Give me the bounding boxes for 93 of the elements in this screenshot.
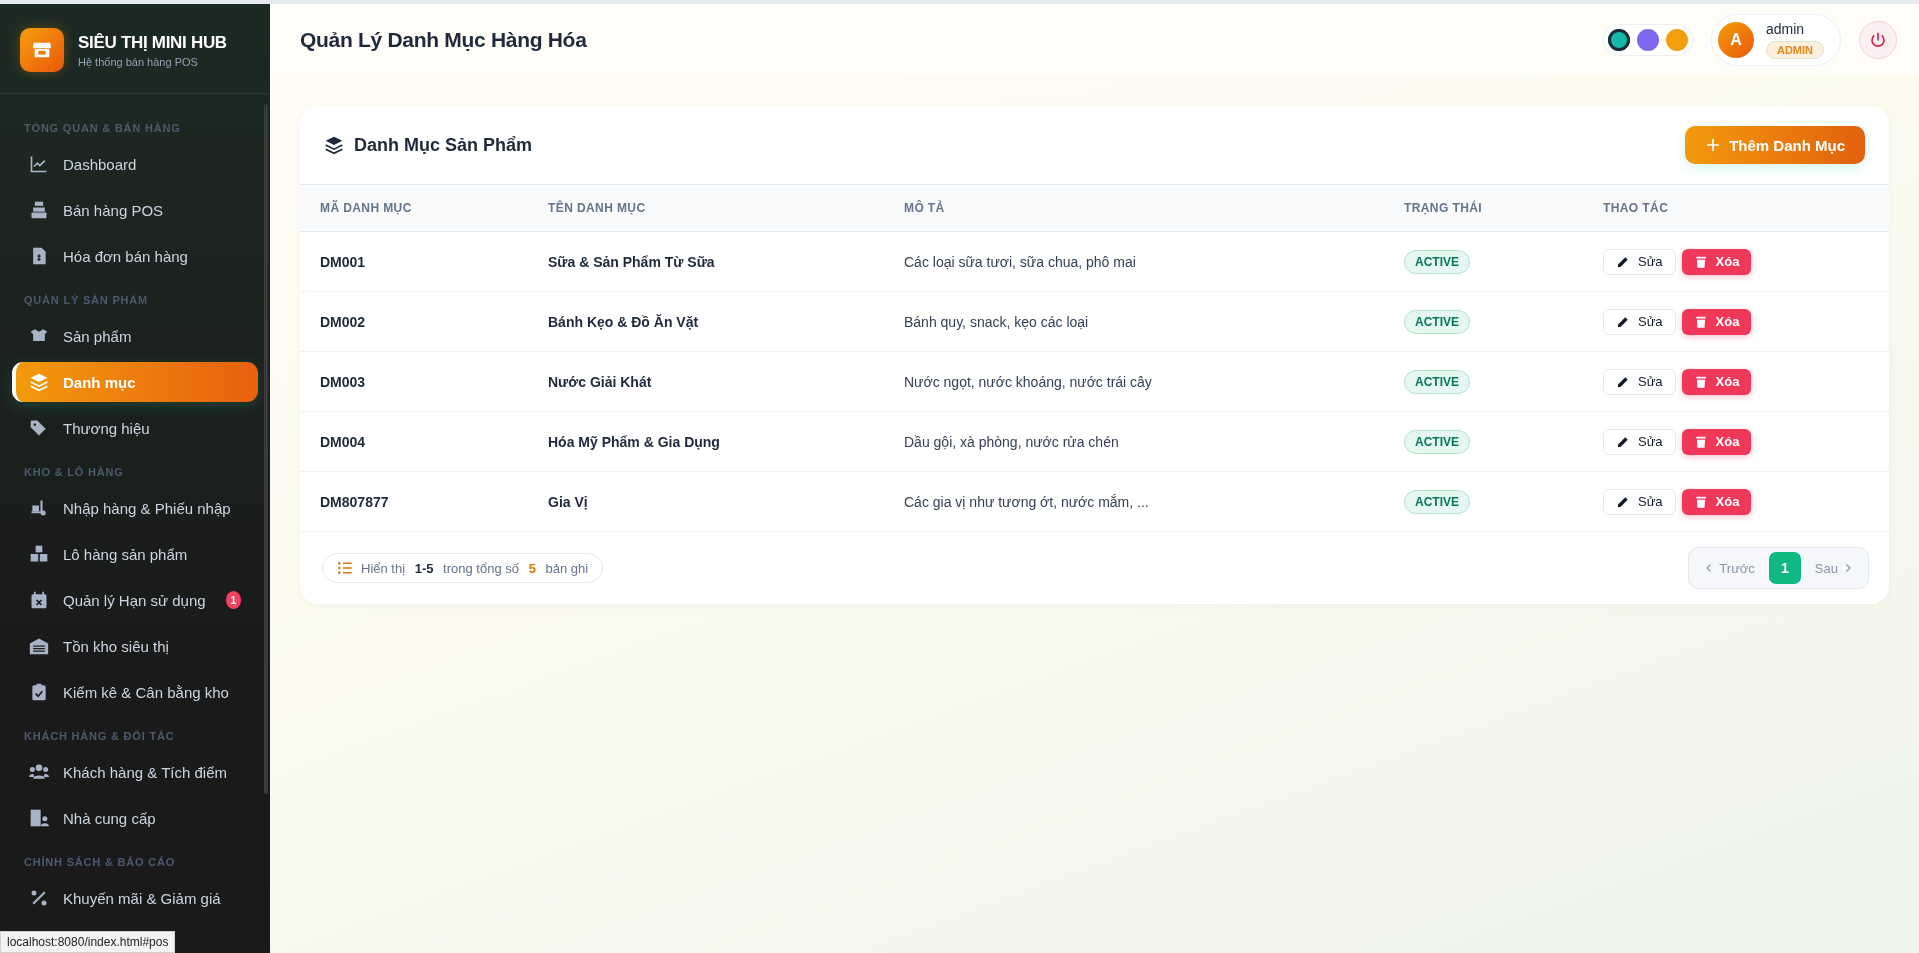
sidebar-item[interactable]: Sản phẩm [12, 316, 258, 356]
sidebar-item[interactable]: Dashboard [12, 144, 258, 184]
pencil-icon [1616, 374, 1630, 389]
sidebar-item[interactable]: Kiểm kê & Cân bằng kho [12, 672, 258, 712]
user-chip[interactable]: A admin ADMIN [1710, 14, 1841, 66]
table-cell-text: DM003 [320, 373, 367, 390]
theme-swatch[interactable] [1665, 29, 1688, 51]
sidebar-item[interactable]: Lô hàng sản phẩm [12, 534, 258, 574]
sidebar-item[interactable]: Hóa đơn bán hàng [12, 236, 258, 276]
delete-button[interactable]: Xóa [1681, 488, 1752, 515]
layers-icon [29, 372, 49, 392]
clipboard-check-icon [29, 682, 49, 702]
status-badge: ACTIVE [1404, 369, 1470, 394]
delete-button[interactable]: Xóa [1681, 368, 1752, 395]
table-cell-text: Dầu gội, xà phòng, nước rửa chén [904, 433, 1120, 450]
theme-swatch[interactable] [1607, 29, 1630, 51]
scrollbar[interactable] [264, 104, 268, 794]
pencil-icon [1616, 434, 1630, 449]
column-header: TRẠNG THÁI [1404, 201, 1483, 215]
chart-line-icon [29, 154, 49, 174]
delete-button[interactable]: Xóa [1681, 308, 1752, 335]
table-cell-text: Gia Vị [548, 493, 589, 510]
pencil-icon [1616, 314, 1630, 329]
section-heading: KHO & LÔ HÀNG [23, 466, 125, 478]
delete-button[interactable]: Xóa [1681, 428, 1752, 455]
section-heading: CHÍNH SÁCH & BÁO CÁO [23, 856, 177, 868]
users-icon [29, 762, 49, 782]
trash-icon [1693, 494, 1708, 509]
sidebar-item[interactable]: Tồn kho siêu thị [12, 626, 258, 666]
plus-icon [1705, 137, 1722, 153]
edit-button[interactable]: Sửa [1603, 368, 1676, 395]
pencil-icon [1616, 494, 1630, 509]
brand-title: SIÊU THỊ MINI HUB [78, 32, 227, 53]
pencil-icon [1616, 254, 1630, 269]
column-header: TÊN DANH MỤC [548, 201, 647, 215]
column-header: MÃ DANH MỤC [320, 201, 413, 215]
table-cell-text: DM001 [320, 253, 367, 270]
user-name: admin [1765, 21, 1806, 37]
section-heading: QUẢN LÝ SẢN PHẨM [23, 294, 150, 306]
table-cell-text: Nước Giải Khát [548, 373, 653, 390]
delete-button[interactable]: Xóa [1681, 248, 1752, 275]
sidebar-item[interactable]: Thương hiệu [12, 408, 258, 448]
section-heading: TỔNG QUAN & BÁN HÀNG [23, 122, 182, 134]
table-cell-text: Bánh Kẹo & Đồ Ăn Vặt [548, 313, 700, 330]
status-badge: ACTIVE [1404, 429, 1470, 454]
sidebar-item[interactable]: Bán hàng POS [12, 190, 258, 230]
column-header: THAO TÁC [1603, 201, 1670, 215]
avatar: A [1717, 22, 1754, 58]
table-cell-text: Hóa Mỹ Phẩm & Gia Dụng [548, 433, 721, 450]
trash-icon [1693, 374, 1708, 389]
table-cell-text: Sữa & Sản Phẩm Từ Sữa [548, 253, 716, 270]
role-badge: ADMIN [1765, 41, 1824, 59]
section-heading: KHÁCH HÀNG & ĐỐI TÁC [23, 730, 176, 742]
status-badge: ACTIVE [1404, 249, 1470, 274]
sidebar-item[interactable]: Nhà cung cấp [12, 798, 258, 838]
count-badge: 1 [225, 591, 241, 609]
table-cell-text: Các loại sữa tươi, sữa chua, phô mai [904, 253, 1137, 270]
list-ordered-icon [337, 560, 353, 576]
edit-button[interactable]: Sửa [1603, 428, 1676, 455]
dolly-icon [29, 498, 49, 518]
power-icon [1869, 31, 1887, 49]
table-cell-text: Bánh quy, snack, kẹo các loại [904, 313, 1090, 330]
card-title: Danh Mục Sản Phẩm [354, 134, 533, 156]
logout-button[interactable] [1859, 21, 1897, 59]
percent-icon [29, 888, 49, 908]
status-tooltip: localhost:8080/index.html#pos [0, 931, 176, 953]
trash-icon [1693, 254, 1708, 269]
trash-icon [1693, 314, 1708, 329]
status-badge: ACTIVE [1404, 309, 1470, 334]
warehouse-icon [29, 636, 49, 656]
page-title: Quản Lý Danh Mục Hàng Hóa [300, 28, 587, 52]
column-header: MÔ TẢ [904, 201, 946, 215]
calendar-x-icon [29, 590, 49, 610]
table-cell-text: Các gia vị như tương ớt, nước mắm, ... [904, 493, 1150, 510]
edit-button[interactable]: Sửa [1603, 308, 1676, 335]
edit-button[interactable]: Sửa [1603, 248, 1676, 275]
sidebar-item[interactable]: Quản lý Hạn sử dụng 1 [12, 580, 258, 620]
layers-icon [324, 135, 344, 155]
status-badge: ACTIVE [1404, 489, 1470, 514]
sidebar-item[interactable]: Nhập hàng & Phiếu nhập [12, 488, 258, 528]
table-cell-text: DM004 [320, 433, 367, 450]
sidebar-item[interactable]: Khuyến mãi & Giảm giá [12, 878, 258, 918]
building-person-icon [29, 808, 49, 828]
edit-button[interactable]: Sửa [1603, 488, 1676, 515]
theme-swatch[interactable] [1636, 29, 1659, 51]
boxes-stack-icon [29, 544, 49, 564]
sidebar-item[interactable]: Khách hàng & Tích điểm [12, 752, 258, 792]
brand-subtitle: Hệ thống bán hàng POS [78, 55, 199, 68]
trash-icon [1693, 434, 1708, 449]
table-cell-text: Nước ngọt, nước khoáng, nước trái cây [904, 373, 1153, 390]
table-cell-text: DM002 [320, 313, 367, 330]
table-cell-text: DM807877 [320, 493, 390, 510]
record-summary: Hiển thị 1-5 trong tổng số 5 bản ghi [361, 560, 589, 576]
